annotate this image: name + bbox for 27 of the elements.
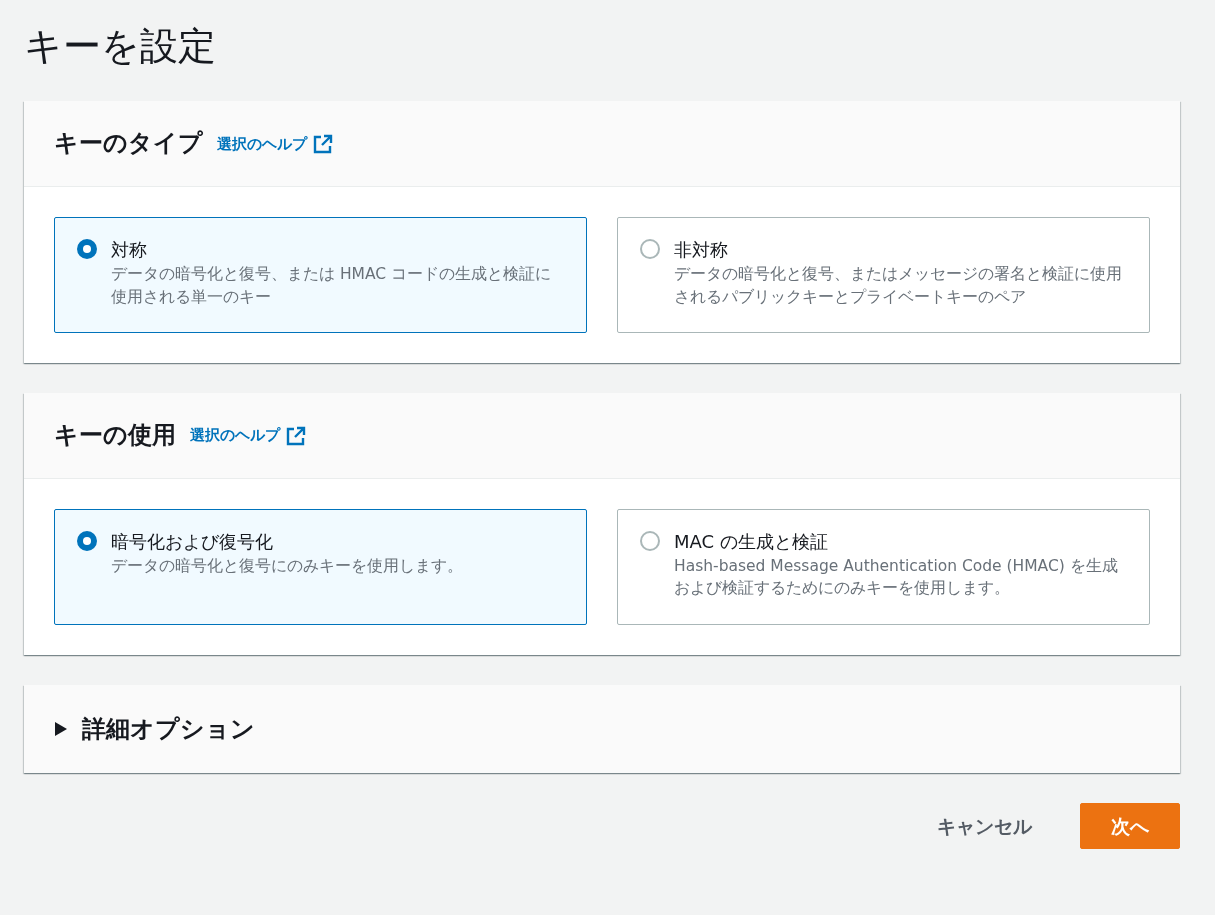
radio-button[interactable] [640, 239, 660, 260]
section-title: キーの使用 [54, 421, 176, 450]
option-description: データの暗号化と復号、または HMAC コードの生成と検証に使用される単一のキー [111, 264, 553, 308]
radio-tile[interactable]: 暗号化および復号化 データの暗号化と復号にのみキーを使用します。 [54, 509, 587, 625]
external-link-icon [286, 425, 306, 446]
external-link-icon [313, 133, 333, 154]
help-link[interactable]: 選択のヘルプ [217, 132, 333, 156]
expander-header[interactable]: 詳細オプション [24, 685, 1180, 773]
section-title: キーのタイプ [54, 129, 203, 159]
option-description: データの暗号化と復号、またはメッセージの署名と検証に使用されるパブリックキーとプライベートキーのペア [674, 264, 1123, 308]
option-label: 暗号化および復号化 [111, 530, 274, 554]
option-description: データの暗号化と復号にのみキーを使用します。 [111, 556, 463, 577]
radio-tile[interactable]: MAC の生成と検証 Hash-based Message Authentication Code (HMAC) を生成および検証するためにのみキーを使用します。 [617, 509, 1150, 625]
option-label: 対称 [111, 238, 148, 263]
radio-button[interactable] [77, 239, 97, 260]
cancel-button[interactable]: キャンセル [919, 804, 1050, 849]
option-label: MAC の生成と検証 [674, 530, 829, 554]
expander-title: 詳細オプション [82, 714, 255, 745]
page-title: キーを設定 [24, 23, 217, 70]
radio-button[interactable] [640, 531, 660, 551]
caret-icon [54, 721, 68, 737]
help-link[interactable]: 選択のヘルプ [190, 424, 306, 447]
option-label: 非対称 [674, 238, 729, 263]
radio-tile[interactable]: 対称 データの暗号化と復号、または HMAC コードの生成と検証に使用される単一のキー [54, 217, 587, 334]
option-description: Hash-based Message Authentication Code (HMAC) を生成および検証するためにのみキーを使用します。 [674, 556, 1119, 600]
radio-button[interactable] [77, 531, 97, 551]
radio-tile[interactable]: 非対称 データの暗号化と復号、またはメッセージの署名と検証に使用されるパブリックキーとプライベートキーのペア [617, 217, 1150, 334]
